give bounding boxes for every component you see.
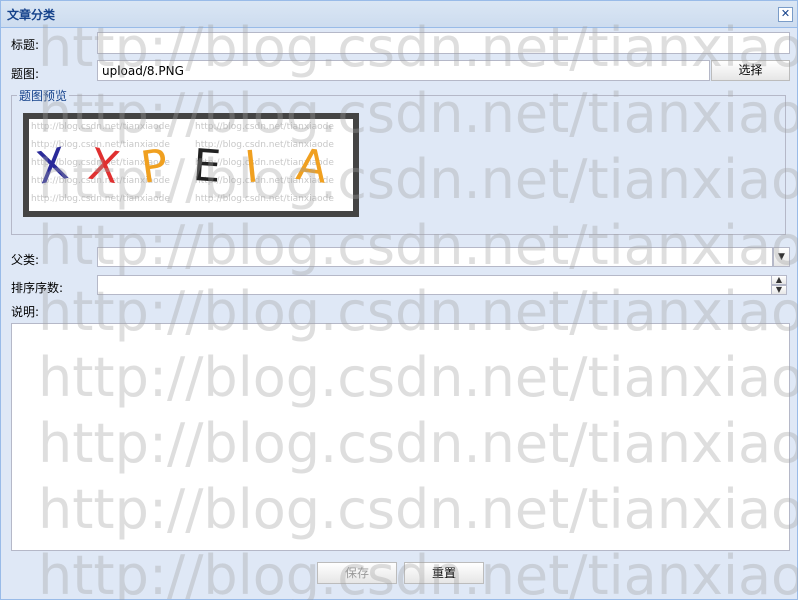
captcha-watermark: http://blog.csdn.net/tianxiaode (195, 194, 334, 204)
parent-label: 父类: (11, 253, 40, 267)
window: 文章分类 ✕ 标题: 题图: 选择 题图预览 http://blog.csdn.… (0, 0, 798, 600)
preview-legend: 题图预览 (17, 87, 70, 104)
reset-button[interactable]: 重置 (404, 562, 484, 584)
parent-combo-input[interactable] (97, 247, 773, 267)
captcha-image: http://blog.csdn.net/tianxiaode http://b… (29, 119, 353, 211)
image-path-input[interactable] (97, 60, 710, 81)
captcha-watermark: http://blog.csdn.net/tianxiaode (31, 122, 170, 132)
choose-button[interactable]: 选择 (711, 60, 790, 81)
image-preview: http://blog.csdn.net/tianxiaode http://b… (23, 113, 359, 217)
titlebar[interactable]: 文章分类 ✕ (1, 1, 797, 28)
spin-up-icon[interactable]: ▲ (771, 275, 787, 285)
captcha-watermark: http://blog.csdn.net/tianxiaode (31, 194, 170, 204)
title-input[interactable] (97, 32, 790, 54)
order-label: 排序序数: (11, 281, 64, 295)
chevron-down-icon[interactable]: ▼ (773, 247, 790, 267)
close-icon[interactable]: ✕ (778, 7, 793, 22)
captcha-letter: E (191, 140, 222, 193)
spin-down-icon[interactable]: ▼ (771, 285, 787, 295)
captcha-watermark: http://blog.csdn.net/tianxiaode (195, 122, 334, 132)
window-title: 文章分类 (7, 8, 56, 22)
image-label: 题图: (11, 67, 40, 81)
description-textarea[interactable] (11, 323, 790, 551)
title-label: 标题: (11, 38, 40, 52)
desc-label: 说明: (11, 305, 40, 319)
captcha-watermark-lines: http://blog.csdn.net/tianxiaode http://b… (31, 122, 334, 204)
save-button[interactable]: 保存 (317, 562, 397, 584)
order-number-input[interactable] (97, 275, 773, 295)
captcha-graphic: http://blog.csdn.net/tianxiaode http://b… (31, 122, 334, 204)
